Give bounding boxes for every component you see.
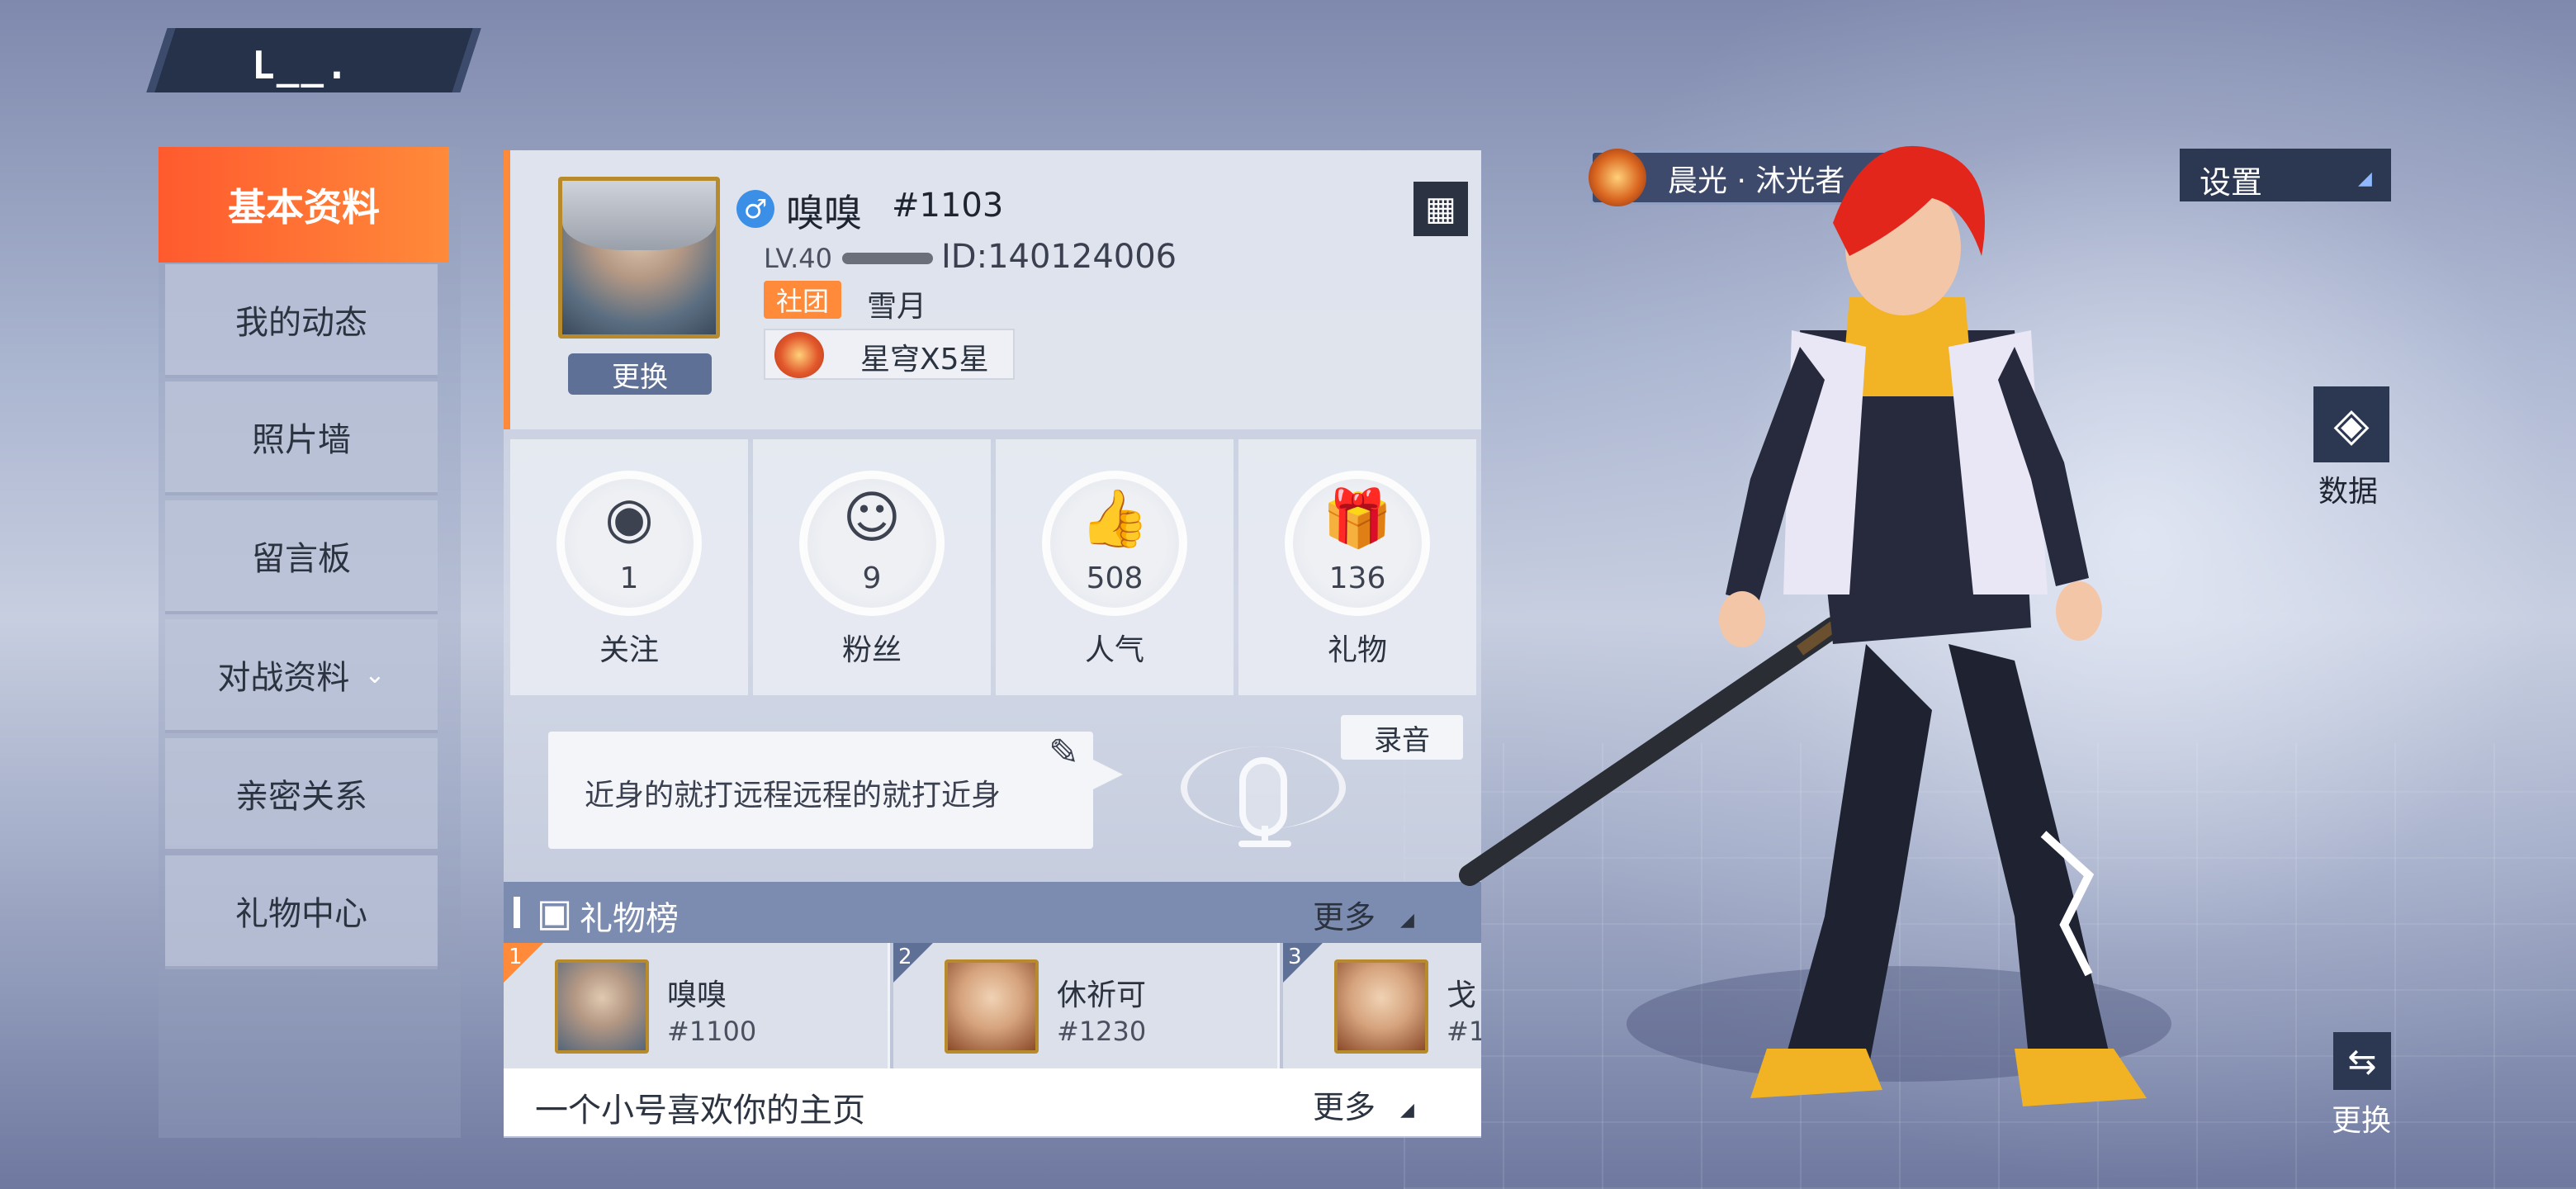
signature-text: 近身的就打远程远程的就打近身 — [585, 779, 1002, 812]
stat-value: 1 — [619, 561, 639, 595]
sidebar-item-label: 基本资料 — [228, 185, 380, 230]
gift-board-header: ▣ 礼物榜 更多 ◢ — [504, 882, 1481, 943]
gift-icon: ▣ — [537, 890, 573, 935]
stat-fans[interactable]: ☺ 9 粉丝 — [753, 439, 991, 695]
rank-name: 嗅嗅 — [667, 978, 727, 1012]
sidebar-item-label: 亲密关系 — [235, 778, 367, 816]
chevron-down-icon: ⌄ — [364, 660, 386, 689]
eye-icon: ◉ — [604, 486, 654, 551]
swap-arrows-icon[interactable]: ⇆ — [2333, 1032, 2391, 1090]
sidebar-item-battle-info[interactable]: 对战资料 ⌄ — [165, 619, 438, 733]
sidebar-item-basic-info[interactable]: 基本资料 — [159, 147, 449, 263]
gift-rank-entry[interactable]: 2 休祈可 #1230 — [893, 943, 1280, 1068]
gift-board-title: 礼物榜 — [580, 900, 679, 938]
data-label: 数据 — [2318, 475, 2379, 509]
sidebar-item-my-feed[interactable]: 我的动态 — [165, 264, 438, 378]
rank-emblem-icon — [774, 332, 824, 378]
corner-triangle-icon: ◢ — [1400, 1100, 1414, 1120]
avatar — [1334, 959, 1428, 1054]
stat-follow[interactable]: ◉ 1 关注 — [510, 439, 748, 695]
sidebar-item-label: 礼物中心 — [235, 895, 367, 933]
sidebar-item-photo-wall[interactable]: 照片墙 — [165, 381, 438, 495]
fans-icon: ☺ — [842, 486, 902, 551]
sidebar-item-gift-center[interactable]: 礼物中心 — [165, 855, 438, 969]
sidebar: 基本资料 我的动态 照片墙 留言板 对战资料 ⌄ 亲密关系 礼物中心 — [159, 147, 461, 1138]
stat-label: 关注 — [599, 633, 659, 667]
stats-row: ◉ 1 关注 ☺ 9 粉丝 👍 508 人气 🎁 136 礼物 — [510, 439, 1476, 695]
player-tag: #1103 — [892, 187, 1004, 225]
header-accent-bar — [514, 897, 520, 928]
sidebar-item-label: 对战资料 — [217, 659, 350, 697]
rank-badge: 1 — [504, 943, 543, 983]
gift-rank-entry[interactable]: 1 嗅嗅 #1100 — [504, 943, 890, 1068]
rank-name: 休祈可 — [1057, 978, 1147, 1012]
thumbs-up-icon: 👍 — [1079, 486, 1150, 552]
club-badge: 社团 — [764, 281, 841, 319]
sidebar-item-message-board[interactable]: 留言板 — [165, 500, 438, 614]
player-id: ID:140124006 — [941, 238, 1177, 276]
level-progress-bar — [842, 253, 933, 264]
banner-logo: L__. — [252, 43, 350, 88]
swap-label: 更换 — [2332, 1104, 2392, 1138]
avatar — [945, 959, 1039, 1054]
data-diamond-icon[interactable]: ◈ — [2313, 386, 2389, 462]
avatar[interactable] — [558, 177, 720, 339]
gift-rank-list: 1 嗅嗅 #1100 2 休祈可 #1230 3 戈 #1 — [504, 943, 1481, 1068]
avatar — [555, 959, 649, 1054]
player-level: LV.40 — [764, 243, 832, 274]
sidebar-item-label: 留言板 — [252, 540, 351, 578]
sidebar-item-label: 照片墙 — [252, 421, 351, 459]
stat-value: 9 — [862, 561, 882, 595]
microphone-base — [1238, 841, 1291, 847]
rank-badge: 3 — [1283, 943, 1323, 983]
gift-board-more-button[interactable]: 更多 — [1313, 892, 1376, 937]
edit-pen-icon[interactable]: ✎ — [1049, 732, 1079, 774]
corner-triangle-icon: ◢ — [2358, 168, 2372, 189]
visitor-text: 一个小号喜欢你的主页 — [535, 1092, 865, 1130]
corner-triangle-icon: ◢ — [1400, 910, 1414, 931]
rank-id: #1230 — [1057, 1016, 1147, 1047]
stat-value: 508 — [1086, 561, 1144, 595]
character-model[interactable] — [1437, 132, 2262, 1156]
club-name[interactable]: 雪月 — [867, 282, 926, 325]
rank-badge: 2 — [893, 943, 933, 983]
signature-tail — [1093, 760, 1123, 789]
change-avatar-button[interactable]: 更换 — [568, 353, 712, 395]
rank-id: #1100 — [667, 1016, 757, 1047]
visitor-more-button[interactable]: 更多 — [1313, 1082, 1376, 1127]
player-name: 嗅嗅 — [786, 191, 862, 235]
sidebar-item-intimacy[interactable]: 亲密关系 — [165, 738, 438, 852]
visitor-row: 一个小号喜欢你的主页 更多 ◢ — [504, 1068, 1481, 1136]
stat-label: 人气 — [1084, 633, 1144, 667]
male-gender-icon: ♂ — [736, 190, 774, 228]
stat-popularity[interactable]: 👍 508 人气 — [996, 439, 1234, 695]
sidebar-item-label: 我的动态 — [235, 304, 367, 342]
rank-text: 星穹X5星 — [860, 343, 989, 377]
stat-label: 粉丝 — [841, 633, 902, 667]
